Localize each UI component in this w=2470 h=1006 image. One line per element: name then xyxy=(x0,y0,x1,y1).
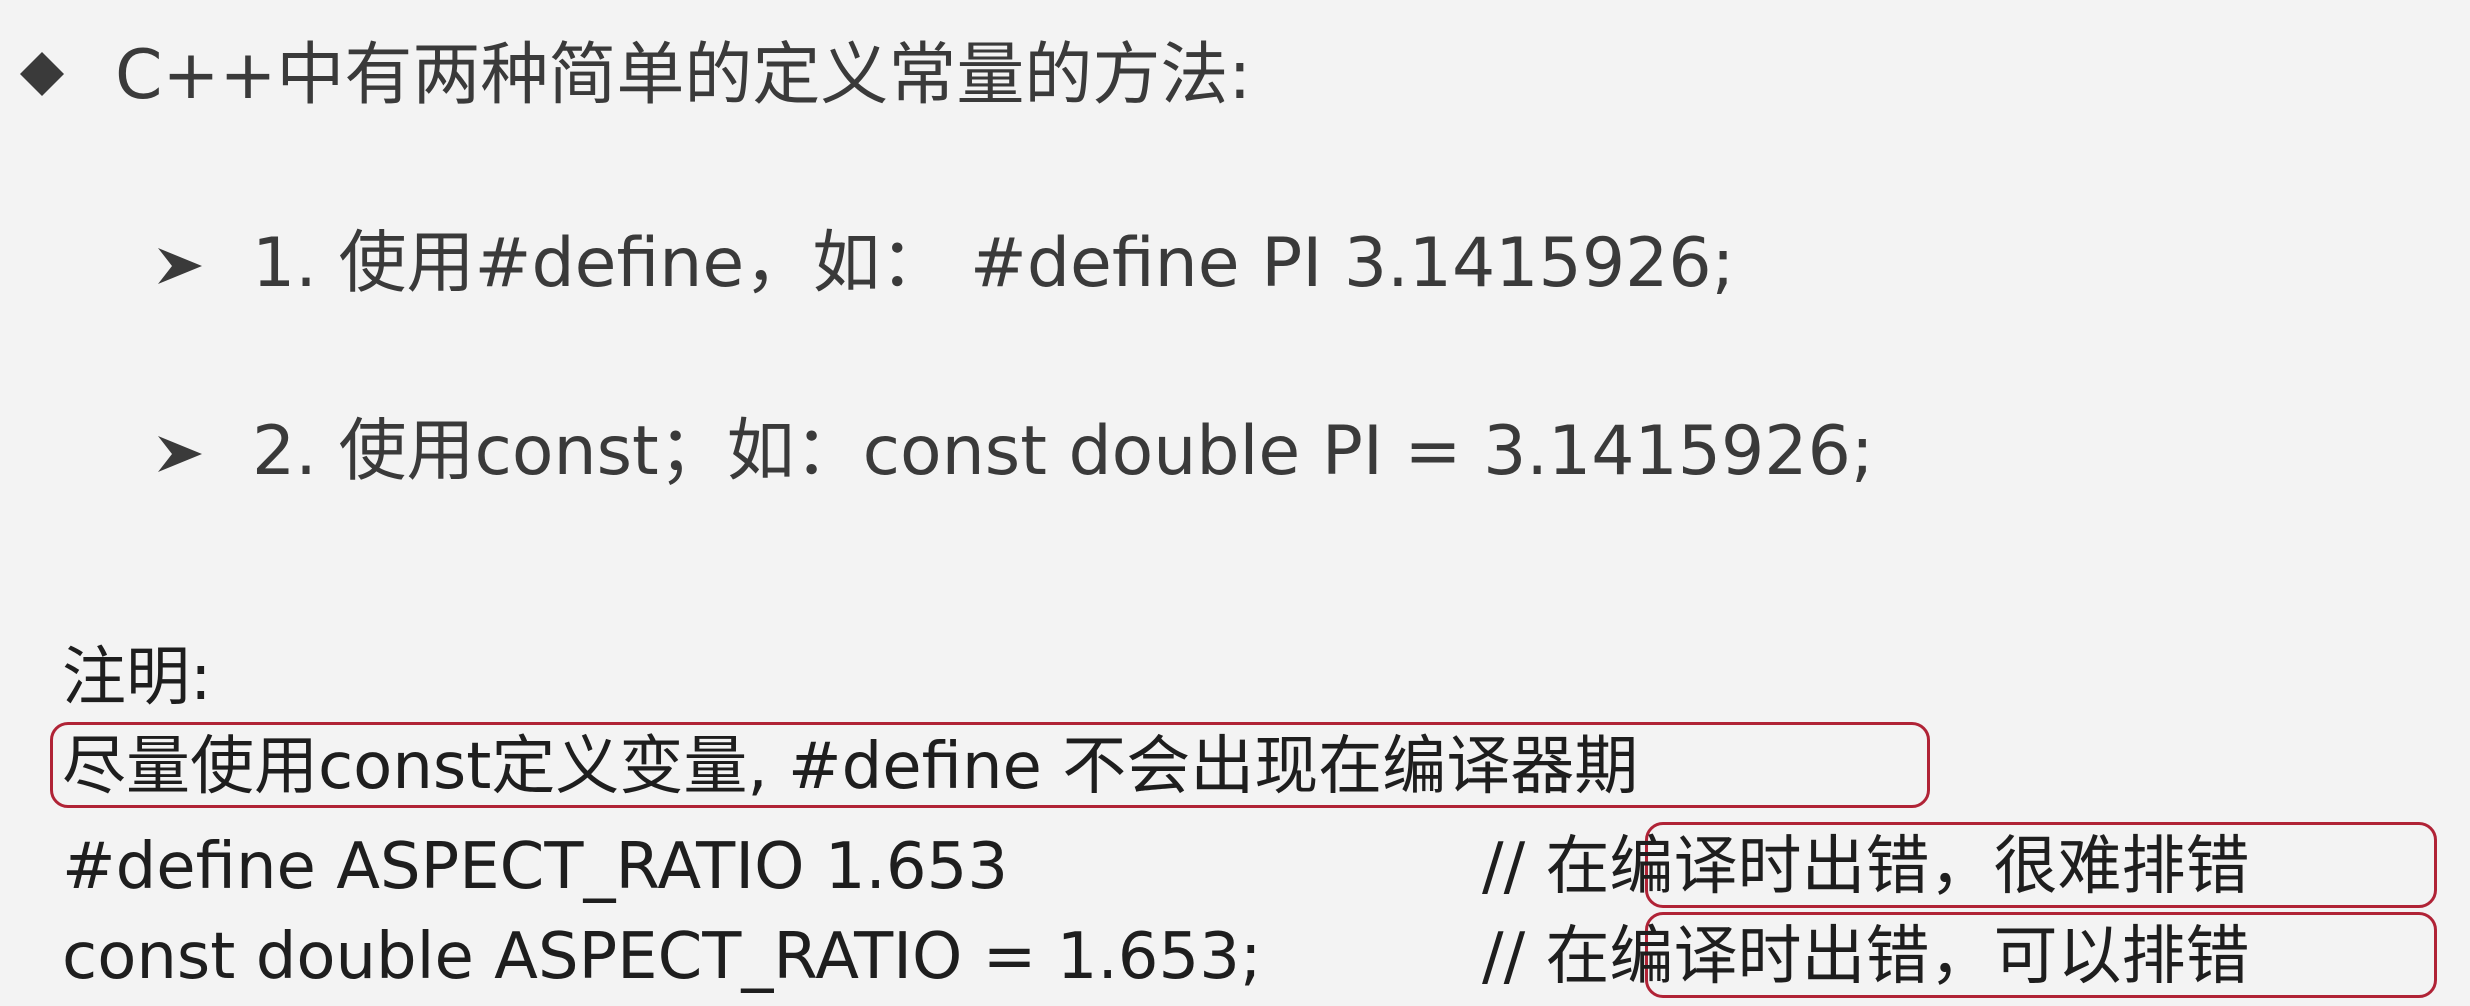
note-highlight-text: 尽量使用const定义变量, #define 不会出现在编译器期 xyxy=(62,730,1639,804)
code-comment: // 在编译时出错，可以排错 xyxy=(1482,920,2250,994)
arrow-bullet-icon xyxy=(158,436,202,472)
list-item: 1. 使用#define，如： #define PI 3.1415926; xyxy=(252,224,1735,303)
code-comment: // 在编译时出错，很难排错 xyxy=(1482,830,2250,904)
heading: C++中有两种简单的定义常量的方法: xyxy=(115,36,1252,115)
note-title: 注明: xyxy=(62,641,212,715)
list-item: 2. 使用const；如：const double PI = 3.1415926… xyxy=(252,412,1874,491)
code-line: const double ASPECT_RATIO = 1.653; xyxy=(62,920,1262,994)
arrow-bullet-icon xyxy=(158,248,202,284)
code-line: #define ASPECT_RATIO 1.653 xyxy=(62,830,1009,904)
black-diamond-icon xyxy=(20,52,64,96)
